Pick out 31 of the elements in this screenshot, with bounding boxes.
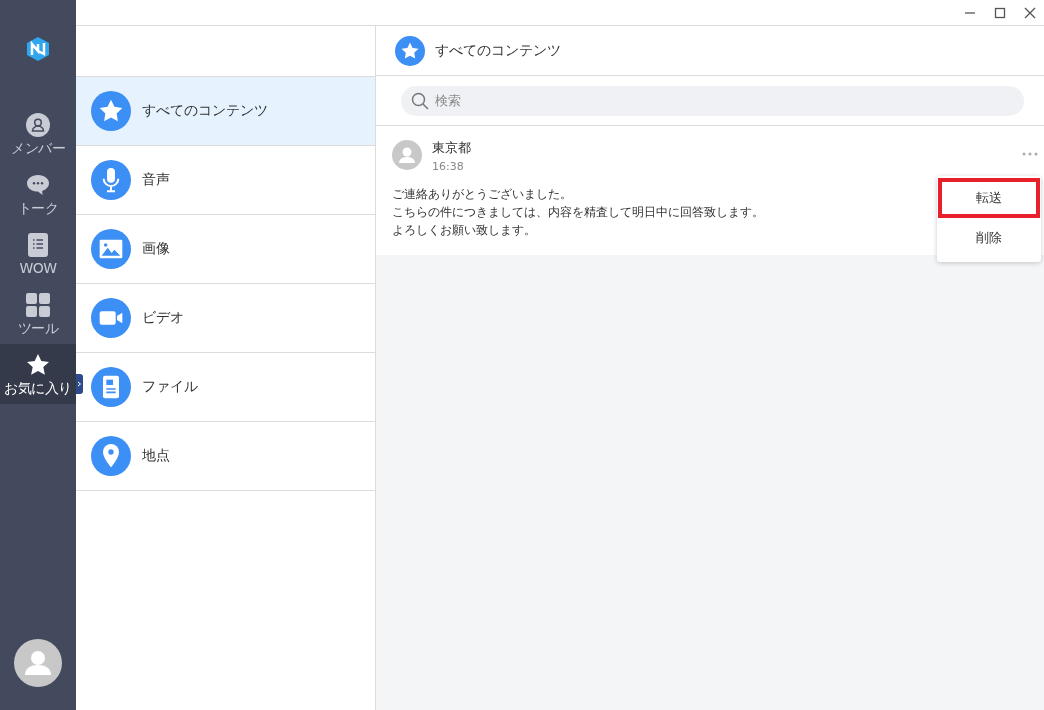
sender-name: 東京都 [432, 140, 471, 156]
person-icon [26, 112, 50, 137]
rail-item[interactable]: ツール [0, 284, 76, 344]
message-line: ご連絡ありがとうございました。 [392, 186, 572, 203]
rail-item[interactable]: トーク [0, 164, 76, 224]
rail-item[interactable]: WOW [0, 224, 76, 284]
list-icon [28, 232, 48, 257]
message-line: こちらの件につきましては、内容を精査して明日中に回答致します。 [392, 204, 764, 221]
document-icon [91, 367, 131, 407]
search-field[interactable]: 検索 [401, 85, 1024, 116]
video-camera-icon [91, 298, 131, 338]
avatar-icon[interactable] [14, 639, 62, 687]
collapse-handle-icon[interactable] [76, 374, 83, 394]
menu-item[interactable]: 転送 [938, 178, 1040, 218]
star-icon [26, 352, 50, 377]
location-pin-icon [91, 436, 131, 476]
image-icon [91, 229, 131, 269]
app-logo [25, 36, 51, 62]
avatar-icon [392, 140, 422, 170]
microphone-icon [91, 160, 131, 200]
category-item[interactable]: すべてのコンテンツ [76, 77, 375, 146]
content-title: すべてのコンテンツ [435, 41, 561, 60]
close-icon[interactable] [1024, 6, 1036, 19]
search-icon [411, 91, 429, 110]
rail-item[interactable]: メンバー [0, 104, 76, 164]
chat-bubble-icon [26, 172, 50, 197]
maximize-icon[interactable] [994, 6, 1006, 19]
message-line: よろしくお願い致します。 [392, 222, 536, 239]
rail-item[interactable]: お気に入り [0, 344, 76, 404]
grid-icon [26, 292, 50, 317]
message-time: 16:38 [432, 160, 465, 173]
